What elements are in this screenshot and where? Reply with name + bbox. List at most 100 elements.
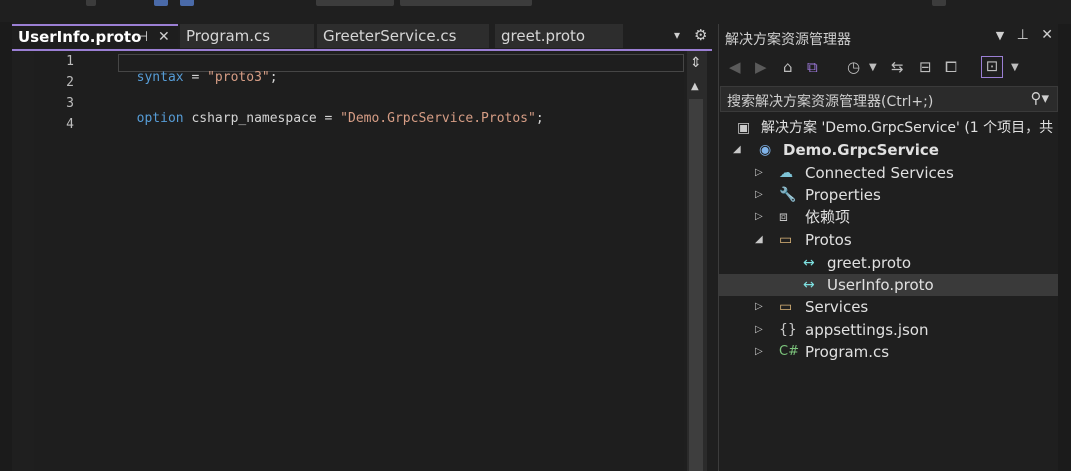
tree-item-label: Protos	[805, 231, 852, 249]
tree-item-properties[interactable]: ▷ 🔧 Properties	[719, 184, 1059, 206]
tab-greeterservice-cs[interactable]: GreeterService.cs	[317, 24, 489, 48]
tab-label: Program.cs	[186, 27, 271, 45]
proto-file-icon: ↔	[803, 277, 815, 293]
toolbar-fragment	[932, 0, 946, 6]
left-gutter	[0, 22, 12, 471]
home-icon[interactable]: ⌂	[783, 58, 793, 76]
code-token: csharp_namespace =	[183, 111, 341, 126]
tab-greet-proto[interactable]: greet.proto	[495, 24, 623, 48]
close-icon[interactable]: ✕	[158, 26, 170, 48]
toolbar-fragment	[180, 0, 194, 6]
tree-item-label: Program.cs	[805, 343, 890, 361]
tab-label: greet.proto	[501, 27, 586, 45]
line-number-2: 2	[66, 75, 74, 90]
code-line-3[interactable]: option csharp_namespace = "Demo.GrpcServ…	[121, 96, 544, 126]
proto-file-icon: ↔	[803, 255, 815, 271]
tab-label: UserInfo.proto	[18, 28, 142, 46]
line-number-1: 1	[66, 54, 74, 69]
panel-menu-icon[interactable]: ▼	[996, 29, 1004, 42]
collapsed-arrow-icon[interactable]: ▷	[755, 296, 763, 318]
tree-project-node[interactable]: ◢ ◉ Demo.GrpcService	[719, 139, 1059, 161]
folder-icon: ▭	[779, 299, 793, 315]
gear-icon[interactable]: ⚙	[694, 26, 707, 44]
pin-icon[interactable]: ⊣	[136, 26, 148, 48]
scrollbar-thumb[interactable]	[689, 99, 703, 471]
show-all-files-icon[interactable]: ⧠	[945, 58, 957, 76]
code-token: "Demo.GrpcService.Protos"	[340, 111, 536, 126]
scroll-up-icon[interactable]: ▲	[691, 81, 699, 92]
document-tab-bar: UserInfo.proto ⊣ ✕ Program.cs GreeterSer…	[12, 24, 714, 50]
tab-userinfo-proto[interactable]: UserInfo.proto ⊣ ✕	[12, 24, 178, 48]
pending-changes-filter-icon[interactable]: ◷	[847, 58, 860, 76]
tree-item-connected-services[interactable]: ▷ ☁ Connected Services	[719, 162, 1059, 184]
chevron-down-icon[interactable]: ▼	[869, 62, 877, 73]
tree-item-protos[interactable]: ◢ ▭ Protos	[719, 229, 1059, 251]
solution-explorer-panel: 解决方案资源管理器 ▼ ⊥ ✕ ◀ ▶ ⌂ ⧉ ◷ ▼ ⇆ ⊟ ⧠ ⊡ ▼ 搜索…	[718, 24, 1067, 471]
tab-dropdown-icon[interactable]: ▾	[674, 28, 680, 42]
tree-item-greet-proto[interactable]: ↔ greet.proto	[719, 252, 1059, 274]
editor-vertical-scrollbar[interactable]: ⇕ ▲	[687, 51, 707, 471]
split-editor-icon[interactable]: ⇕	[690, 55, 702, 71]
csharp-file-icon: C#	[779, 344, 799, 359]
top-strip	[0, 0, 1071, 22]
tree-item-services[interactable]: ▷ ▭ Services	[719, 296, 1059, 318]
sync-active-document-icon[interactable]: ⇆	[891, 58, 904, 76]
tree-item-label: UserInfo.proto	[827, 276, 934, 294]
search-icon[interactable]: ⚲▾	[1030, 89, 1049, 107]
expanded-arrow-icon[interactable]: ◢	[755, 229, 763, 251]
tree-item-label: appsettings.json	[805, 321, 929, 339]
tree-item-label: 依赖项	[805, 208, 851, 226]
code-token: "proto3"	[207, 70, 270, 85]
tree-item-dependencies[interactable]: ▷ ⧈ 依赖项	[719, 206, 1059, 228]
tab-program-cs[interactable]: Program.cs	[180, 24, 314, 48]
tree-item-userinfo-proto[interactable]: ↔ UserInfo.proto	[719, 274, 1059, 296]
tree-item-label: Services	[805, 298, 869, 316]
connected-services-icon: ☁	[779, 165, 793, 181]
line-number-4: 4	[66, 117, 74, 132]
collapsed-arrow-icon[interactable]: ▷	[755, 341, 763, 363]
right-edge-strip	[1058, 24, 1071, 471]
tree-item-label: Properties	[805, 186, 881, 204]
solution-label: 解决方案 'Demo.GrpcService' (1 个项目，共 1	[761, 120, 1067, 136]
code-token: option	[136, 111, 184, 126]
back-icon[interactable]: ◀	[729, 58, 741, 76]
close-icon[interactable]: ✕	[1041, 27, 1053, 43]
tree-solution-node[interactable]: ▣ 解决方案 'Demo.GrpcService' (1 个项目，共 1	[719, 117, 1067, 139]
switch-views-icon[interactable]: ⧉	[807, 58, 818, 76]
solution-icon: ▣	[737, 120, 751, 136]
project-label: Demo.GrpcService	[783, 141, 939, 159]
collapsed-arrow-icon[interactable]: ▷	[755, 184, 763, 206]
tab-overflow-controls: ▾ ⚙	[668, 26, 712, 48]
code-token: syntax	[136, 70, 184, 85]
tree-item-appsettings-json[interactable]: ▷ {} appsettings.json	[719, 319, 1059, 341]
line-number-3: 3	[66, 96, 74, 111]
collapse-all-icon[interactable]: ⊟	[919, 58, 932, 76]
chevron-down-icon[interactable]: ▼	[1011, 62, 1019, 73]
preview-selected-items-icon[interactable]: ⊡	[981, 56, 1003, 78]
solution-explorer-toolbar: ◀ ▶ ⌂ ⧉ ◷ ▼ ⇆ ⊟ ⧠ ⊡ ▼	[719, 52, 1059, 84]
dependencies-icon: ⧈	[779, 209, 788, 225]
folder-icon: ▭	[779, 232, 793, 248]
json-file-icon: {}	[779, 322, 797, 338]
tree-item-label: greet.proto	[827, 254, 912, 272]
web-project-icon: ◉	[759, 142, 772, 158]
expanded-arrow-icon[interactable]: ◢	[733, 139, 741, 161]
code-line-1[interactable]: syntax = "proto3";	[121, 55, 278, 85]
panel-title-buttons: ▼ ⊥ ✕	[996, 27, 1053, 43]
toolbar-fragment	[154, 0, 168, 6]
collapsed-arrow-icon[interactable]: ▷	[755, 162, 763, 184]
code-token: =	[183, 70, 208, 85]
collapsed-arrow-icon[interactable]: ▷	[755, 206, 763, 228]
properties-icon: 🔧	[779, 187, 797, 203]
forward-icon[interactable]: ▶	[755, 58, 767, 76]
toolbar-dropdown[interactable]	[400, 0, 532, 6]
tree-item-label: Connected Services	[805, 164, 954, 182]
solution-explorer-search[interactable]: 搜索解决方案资源管理器(Ctrl+;) ⚲▾	[720, 86, 1058, 112]
pin-icon[interactable]: ⊥	[1017, 27, 1029, 43]
toolbar-dropdown[interactable]	[316, 0, 394, 6]
collapsed-arrow-icon[interactable]: ▷	[755, 319, 763, 341]
tree-item-program-cs[interactable]: ▷ C# Program.cs	[719, 341, 1059, 363]
toolbar-fragment	[86, 0, 96, 6]
code-token: ;	[535, 111, 544, 126]
search-placeholder: 搜索解决方案资源管理器(Ctrl+;)	[727, 94, 934, 110]
